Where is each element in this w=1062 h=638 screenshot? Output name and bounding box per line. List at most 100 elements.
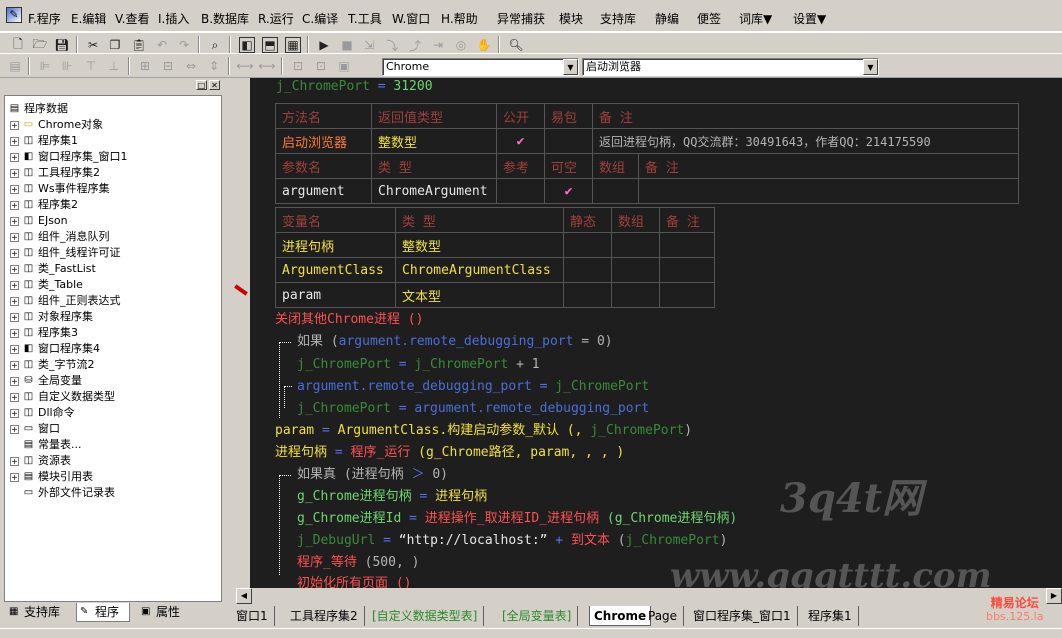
expand-icon[interactable]: + — [10, 328, 19, 338]
expand-icon[interactable] — [10, 441, 19, 450]
var-static-cell[interactable] — [563, 232, 612, 258]
tree-item[interactable]: + ◫ 类_字节流2 — [10, 357, 95, 373]
code-line[interactable]: j_ChromePort = j_ChromePort + 1 — [297, 356, 540, 374]
menu-exception[interactable]: 异常捕获 — [497, 10, 545, 27]
var-type-cell[interactable]: 整数型 — [395, 232, 564, 258]
layout-top-icon[interactable]: ⬒ — [262, 37, 278, 53]
tab-support-lib[interactable]: ▦ 支持库 — [6, 603, 60, 622]
easy-pack-cell[interactable] — [544, 128, 593, 154]
menu-edit[interactable]: E.编辑 — [71, 10, 106, 27]
menu-help[interactable]: H.帮助 — [441, 10, 478, 27]
same-height-icon[interactable]: ⇕ — [206, 58, 222, 74]
code-line[interactable]: g_Chrome进程句柄 = 进程句柄 — [297, 488, 487, 506]
tree-item[interactable]: + ◫ 程序集3 — [10, 325, 78, 341]
menu-run[interactable]: R.运行 — [258, 10, 294, 27]
method-name-cell[interactable]: 启动浏览器 — [275, 128, 372, 154]
tab-program-set1[interactable]: 程序集1 — [808, 606, 859, 626]
menu-module[interactable]: 模块 — [559, 10, 583, 27]
menu-notes[interactable]: 便签 — [697, 10, 721, 27]
tree-item[interactable]: + ◫ 组件_消息队列 — [10, 229, 110, 245]
tab-window-set[interactable]: 窗口程序集_窗口1 — [693, 606, 798, 626]
tree-item[interactable]: + ◫ 自定义数据类型 — [10, 389, 115, 405]
expand-icon[interactable]: + — [10, 264, 19, 274]
param-nullable-cell[interactable]: ✔ — [544, 178, 593, 204]
var-array-cell[interactable] — [611, 282, 660, 308]
scroll-left-icon[interactable]: ◀ — [236, 588, 252, 604]
var-name-cell[interactable]: ArgumentClass — [275, 257, 396, 283]
app-icon[interactable]: ✎ — [6, 7, 22, 23]
local-var-table[interactable]: 变量名 类 型 静态 数组 备 注 进程句柄 整数型 ArgumentClass… — [275, 207, 715, 308]
tree-item[interactable]: + ◫ 程序集1 — [10, 133, 78, 149]
save-icon[interactable]: 💾︎ — [54, 37, 70, 53]
center-horizontal-icon[interactable]: ⊞ — [137, 58, 153, 74]
tree-root[interactable]: ▤ 程序数据 — [8, 101, 68, 117]
tree-item[interactable]: + ◫ 对象程序集 — [10, 309, 93, 325]
menu-tools[interactable]: T.工具 — [348, 10, 382, 27]
breakpoint-icon[interactable]: ◎ — [453, 37, 469, 53]
code-line[interactable]: 程序_等待 (500, ) — [297, 554, 419, 572]
space-vertical-icon[interactable]: ⟷ — [258, 58, 275, 74]
open-folder-icon[interactable]: 🗁 — [32, 37, 48, 53]
expand-icon[interactable]: + — [10, 344, 19, 354]
menu-thesaurus[interactable]: 词库▼ — [739, 10, 772, 27]
param-name-cell[interactable]: argument — [275, 178, 372, 204]
lock-layout-icon[interactable]: ▣ — [336, 58, 352, 74]
expand-icon[interactable]: + — [10, 200, 19, 210]
param-type-cell[interactable]: ChromeArgument — [371, 178, 497, 204]
align-grid-icon[interactable]: ▤ — [7, 58, 23, 74]
menu-support-lib[interactable]: 支持库 — [600, 10, 636, 27]
panel-restore-button[interactable]: □ — [196, 80, 207, 90]
tree-item[interactable]: + ◫ Dll命令 — [10, 405, 75, 421]
tree-item[interactable]: ▤ 常量表... — [10, 437, 82, 453]
menu-database[interactable]: B.数据库 — [201, 10, 249, 27]
method-table[interactable]: 方法名 返回值类型 公开 易包 备 注 启动浏览器 整数型 ✔ 返回进程句柄，Q… — [275, 103, 1019, 204]
var-static-cell[interactable] — [563, 282, 612, 308]
menu-program[interactable]: F.程序 — [28, 10, 61, 27]
align-center-icon[interactable]: ⊪ — [59, 58, 75, 74]
expand-icon[interactable]: + — [10, 168, 19, 178]
tab-tools-set2[interactable]: 工具程序集2 — [290, 606, 365, 626]
code-line[interactable]: g_Chrome进程Id = 进程操作_取进程ID_进程句柄 (g_Chrome… — [297, 510, 737, 528]
code-line[interactable]: argument.remote_debugging_port = j_Chrom… — [297, 378, 649, 396]
menu-static-compile[interactable]: 静编 — [655, 10, 679, 27]
object-select[interactable]: Chrome ▼ — [382, 58, 579, 76]
menu-view[interactable]: V.查看 — [115, 10, 149, 27]
var-name-cell[interactable]: param — [275, 282, 396, 308]
redo-icon[interactable]: ↷ — [176, 37, 192, 53]
tree-item[interactable]: + ▭ Chrome对象 — [10, 117, 103, 133]
menu-window[interactable]: W.窗口 — [392, 10, 430, 27]
chevron-down-icon[interactable]: ▼ — [563, 59, 578, 75]
tab-page[interactable]: Page — [648, 606, 685, 626]
var-static-cell[interactable] — [563, 257, 612, 283]
scroll-right-icon[interactable]: ▶ — [1046, 588, 1062, 604]
tree-item[interactable]: + ⛁ 全局变量 — [10, 373, 82, 389]
method-note-cell[interactable]: 返回进程句柄，QQ交流群：30491643，作者QQ：214175590 — [592, 128, 1019, 154]
run-icon[interactable]: ▶ — [316, 37, 332, 53]
copy-icon[interactable]: ❐ — [107, 37, 123, 53]
var-array-cell[interactable] — [611, 232, 660, 258]
editor-gutter[interactable] — [228, 78, 250, 588]
param-ref-cell[interactable] — [496, 178, 545, 204]
code-line[interactable]: param = ArgumentClass.构建启动参数_默认 (, j_Chr… — [275, 422, 692, 440]
find-icon[interactable]: ⌕ — [207, 37, 223, 53]
stop-icon[interactable]: ■ — [339, 37, 355, 53]
bring-front-icon[interactable]: ⊡ — [290, 58, 306, 74]
horizontal-scrollbar[interactable]: ◀ ▶ — [236, 588, 1062, 604]
public-check-cell[interactable]: ✔ — [496, 128, 545, 154]
param-array-cell[interactable] — [592, 178, 639, 204]
code-line[interactable]: 关闭其他Chrome进程 () — [275, 311, 423, 329]
code-line[interactable]: 初始化所有页面 () — [297, 575, 411, 588]
var-name-cell[interactable]: 进程句柄 — [275, 232, 396, 258]
tab-program[interactable]: ✎ 程序 — [76, 603, 130, 622]
code-line[interactable]: 进程句柄 = 程序_运行 (g_Chrome路径, param, , , ) — [275, 444, 624, 462]
tree-item[interactable]: + ◫ 资源表 — [10, 453, 71, 469]
expand-icon[interactable]: + — [10, 424, 19, 434]
expand-icon[interactable]: + — [10, 136, 19, 146]
tree-item[interactable]: + ◫ 程序集2 — [10, 197, 78, 213]
tree-item[interactable]: + ◧ 窗口程序集4 — [10, 341, 100, 357]
expand-icon[interactable]: + — [10, 408, 19, 418]
tree-item[interactable]: + ◫ 组件_线程许可证 — [10, 245, 121, 261]
tree-item[interactable]: + ◫ 组件_正则表达式 — [10, 293, 121, 309]
new-file-icon[interactable]: 🗋 — [10, 37, 26, 53]
var-note-cell[interactable] — [659, 257, 715, 283]
